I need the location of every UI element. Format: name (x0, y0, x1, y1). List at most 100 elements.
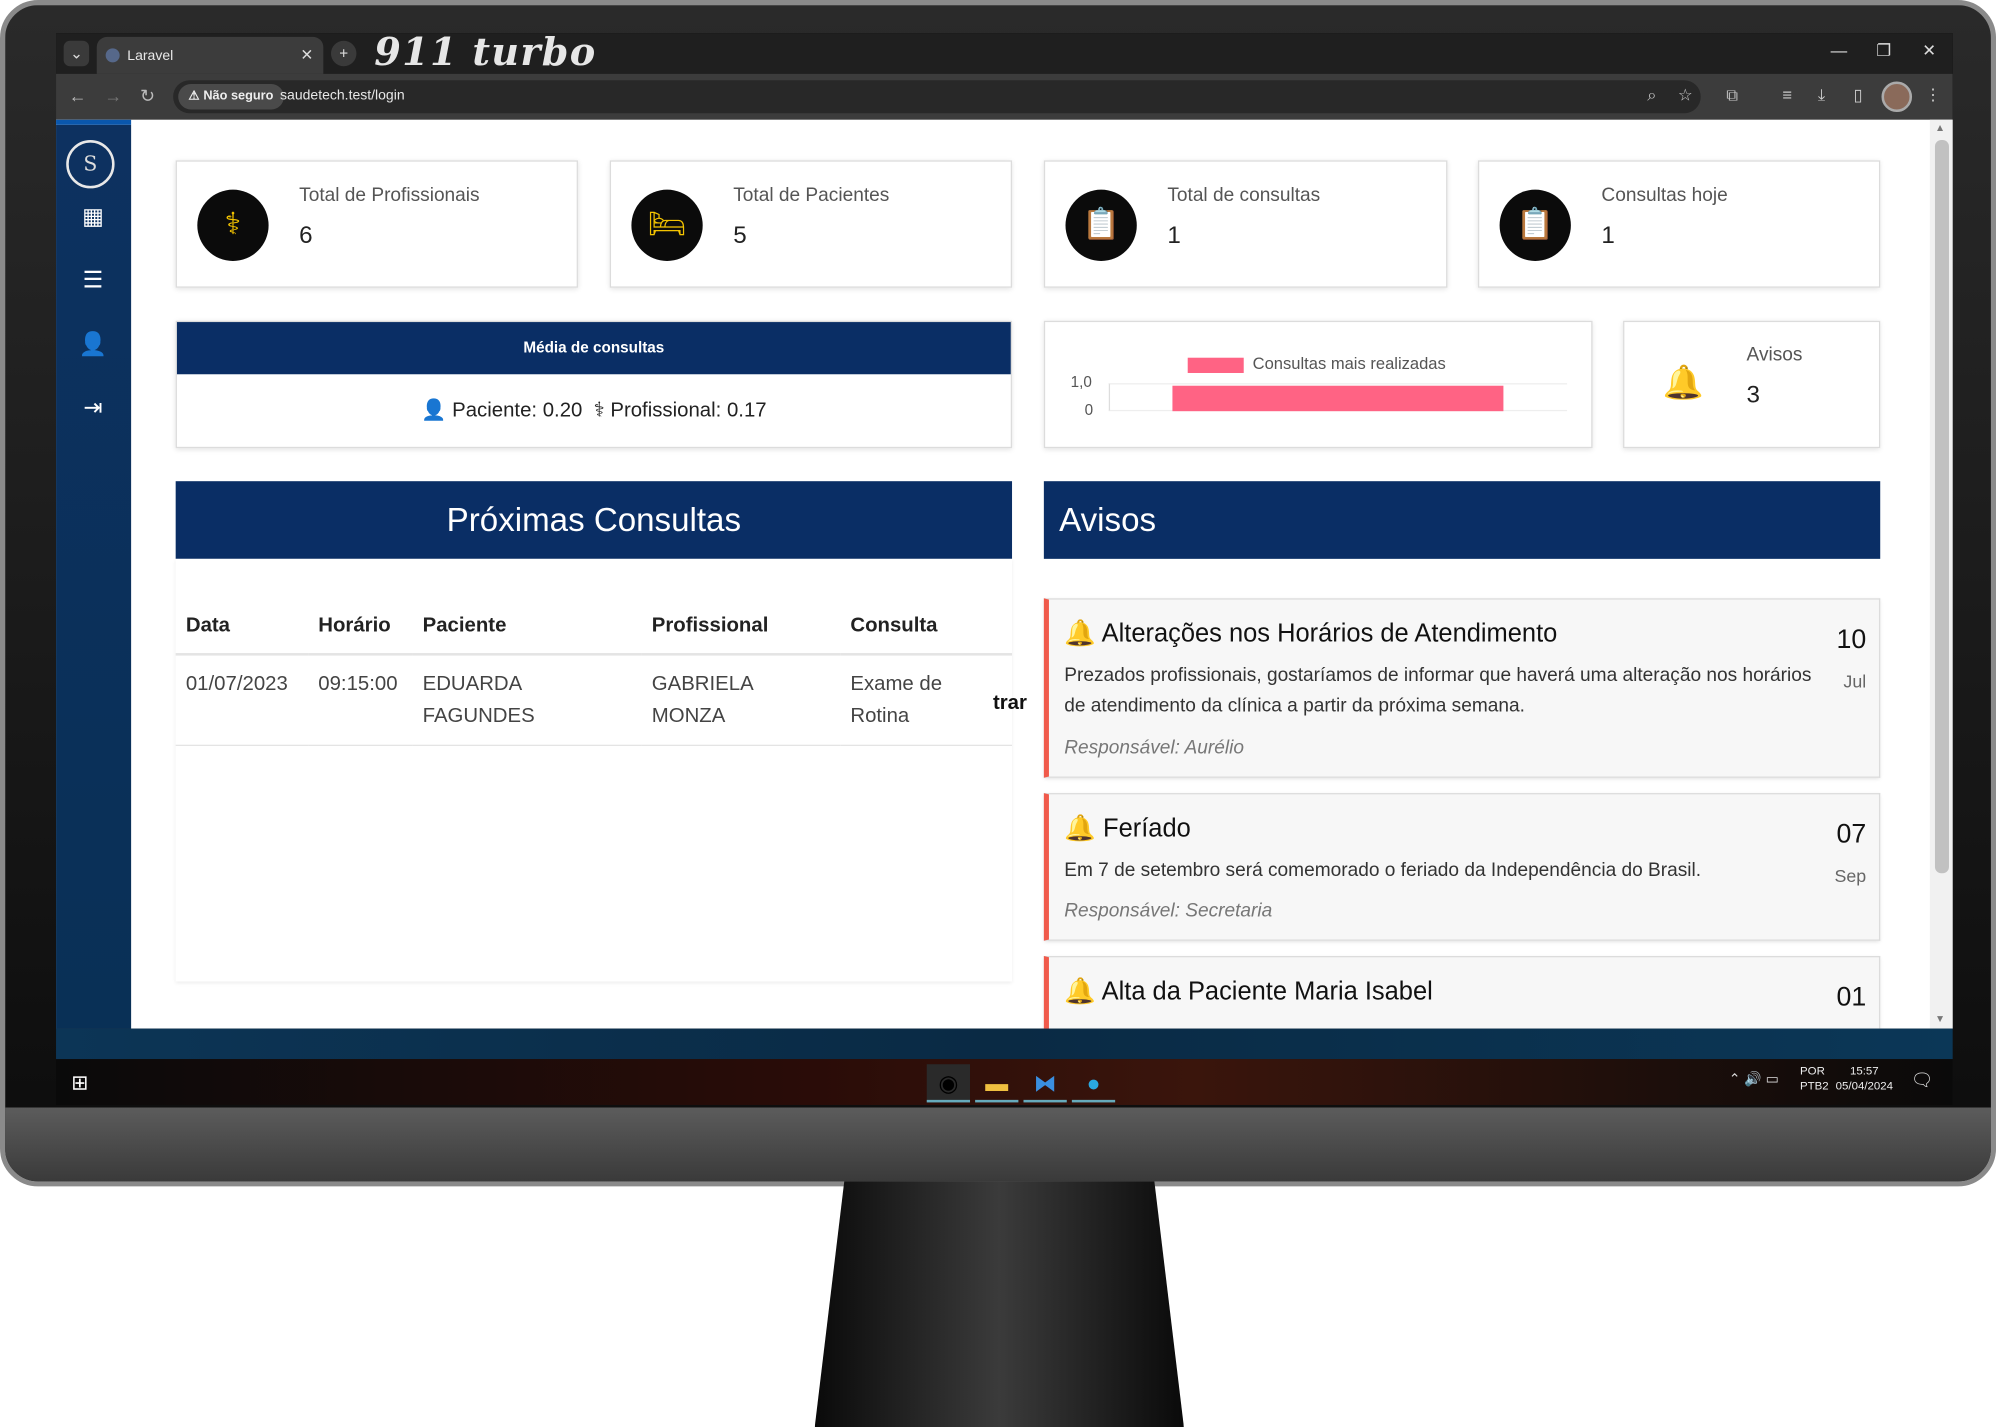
clipboard-icon: 📋 (1065, 189, 1137, 261)
side-panel-icon[interactable]: ▯ (1853, 85, 1862, 105)
taskbar: ⊞ ◉ ▬ ⧓ ● ⌃ 🔊 ▭ POR PTB2 15:57 05/04/202… (56, 1059, 1953, 1105)
chart-card: Consultas mais realizadas 1,0 0 (1043, 320, 1593, 449)
windows-start-icon[interactable]: ⊞ (71, 1071, 88, 1096)
notice-title: 🔔 Feríado (1064, 812, 1191, 844)
forward-icon[interactable]: → (104, 85, 122, 105)
brand-overlay: 911 turbo (374, 33, 597, 76)
system-tray-icons[interactable]: ⌃ 🔊 ▭ (1729, 1071, 1779, 1087)
security-chip[interactable]: ⚠ Não seguro (178, 84, 284, 110)
consultas-panel: Data Horário Paciente Profissional Consu… (175, 558, 1013, 982)
url-text: saudetech.test/login (280, 87, 405, 104)
notice-card[interactable]: 🔔 Feríado Em 7 de setembro será comemora… (1043, 793, 1881, 941)
notice-day: 01 (1836, 982, 1867, 1013)
close-tab-icon[interactable]: ✕ (300, 46, 313, 64)
notice-title-text: Alta da Paciente Maria Isabel (1101, 977, 1433, 1006)
notice-day: 07 (1836, 819, 1867, 850)
cell-consulta: Exame de Rotina (840, 654, 1013, 746)
y-tick: 0 (1084, 400, 1094, 419)
app-logo[interactable]: S (66, 140, 115, 189)
notice-title: 🔔 Alta da Paciente Maria Isabel (1064, 975, 1433, 1007)
file-explorer-icon[interactable]: ▬ (975, 1064, 1019, 1103)
lang-line1: POR (1800, 1064, 1825, 1077)
clipboard-icon: 📋 (1499, 189, 1571, 261)
media-icon[interactable]: ≡ (1782, 85, 1792, 104)
browser-tab[interactable]: Laravel ✕ (96, 36, 324, 74)
browser-app-icon[interactable]: ● (1071, 1064, 1116, 1103)
list-menu-icon[interactable]: ☰ (78, 267, 109, 294)
address-bar[interactable]: ⚠ Não seguro saudetech.test/login (173, 80, 1701, 114)
chrome-icon[interactable]: ◉ (926, 1064, 971, 1103)
download-icon[interactable]: ⤓ (1818, 85, 1825, 105)
profile-avatar[interactable] (1881, 81, 1913, 113)
new-tab-button[interactable]: + (330, 40, 357, 67)
patient-bed-icon: 🛏 (631, 189, 703, 261)
average-professional: Profissional: 0.17 (610, 399, 767, 422)
notice-month: Jul (1843, 670, 1867, 692)
stat-card-consultas: 📋 Total de consultas 1 (1043, 160, 1448, 288)
reload-icon[interactable]: ↻ (140, 85, 155, 107)
logout-icon[interactable]: ⇥ (78, 395, 109, 422)
vscode-icon[interactable]: ⧓ (1023, 1064, 1067, 1103)
dashboard-icon[interactable]: ▦ (78, 204, 109, 231)
chart-legend-swatch[interactable] (1187, 357, 1244, 373)
user-icon[interactable]: 👤 (78, 331, 109, 358)
column-header[interactable]: Paciente (412, 599, 642, 656)
doctor-icon: ⚕ (197, 189, 269, 261)
stat-label: Total de Pacientes (733, 184, 890, 207)
y-tick: 1,0 (1070, 372, 1092, 391)
avisos-label: Avisos (1746, 343, 1803, 366)
sidebar: S ▦ ☰ 👤 ⇥ (56, 119, 132, 1029)
avisos-value: 3 (1746, 381, 1761, 409)
professional-icon: ⚕ (593, 399, 605, 422)
overflow-button-text[interactable]: trar (993, 693, 1027, 716)
minimize-icon[interactable]: — (1831, 41, 1848, 60)
table-header-row: Data Horário Paciente Profissional Consu… (175, 599, 1013, 656)
bookmark-star-icon[interactable]: ☆ (1678, 85, 1693, 105)
stat-card-pacientes: 🛏 Total de Pacientes 5 (609, 160, 1013, 288)
screen: ⌄ Laravel ✕ + 911 turbo — ❐ ✕ ← → ↻ ⚠ Nã… (56, 33, 1953, 1105)
patient-icon: 👤 (421, 399, 447, 422)
language-indicator[interactable]: POR PTB2 (1800, 1063, 1829, 1094)
cell-profissional: GABRIELA MONZA (641, 654, 841, 746)
tab-search-button[interactable]: ⌄ (63, 40, 90, 67)
scroll-thumb[interactable] (1934, 140, 1949, 874)
clock-time: 15:57 (1849, 1064, 1879, 1077)
notice-day: 10 (1836, 625, 1867, 655)
clock[interactable]: 15:57 05/04/2024 (1836, 1063, 1893, 1094)
column-header[interactable]: Profissional (641, 599, 841, 656)
scroll-down-icon[interactable]: ▼ (1935, 1013, 1945, 1024)
avisos-panel-title: Avisos (1043, 481, 1881, 559)
back-icon[interactable]: ← (69, 85, 87, 105)
zoom-icon[interactable]: ⌕ (1647, 85, 1656, 105)
page-scrollbar[interactable]: ▲ ▼ (1929, 119, 1953, 1029)
bell-icon: 🔔 (1662, 362, 1704, 401)
cell-paciente: EDUARDA FAGUNDES (412, 654, 642, 746)
notice-card[interactable]: 🔔 Alta da Paciente Maria Isabel 01 (1043, 956, 1881, 1029)
extensions-icon[interactable]: ⧉ (1726, 85, 1738, 105)
notice-card[interactable]: 🔔 Alterações nos Horários de Atendimento… (1043, 598, 1881, 778)
table-row[interactable]: 01/07/2023 09:15:00 EDUARDA FAGUNDES GAB… (175, 654, 1013, 746)
notification-icon[interactable]: 🗨 (1911, 1069, 1934, 1091)
restore-icon[interactable]: ❐ (1876, 41, 1891, 61)
security-label: Não seguro (203, 89, 274, 104)
consultas-panel-title: Próximas Consultas (175, 481, 1013, 559)
consultas-table: Data Horário Paciente Profissional Consu… (175, 599, 1013, 746)
average-title: Média de consultas (176, 322, 1011, 375)
avisos-count-card: 🔔 Avisos 3 (1623, 320, 1881, 449)
menu-kebab-icon[interactable]: ⋮ (1925, 85, 1942, 105)
average-card: Média de consultas 👤 Paciente: 0.20 ⚕ Pr… (175, 320, 1013, 449)
notice-title: 🔔 Alterações nos Horários de Atendimento (1064, 617, 1557, 649)
column-header[interactable]: Horário (308, 599, 413, 656)
stat-value: 5 (733, 222, 747, 250)
column-header[interactable]: Data (175, 599, 309, 656)
chart-bar[interactable] (1172, 385, 1504, 412)
notice-text: Em 7 de setembro será comemorado o feria… (1064, 859, 1702, 881)
column-header[interactable]: Consulta (840, 599, 1013, 656)
scroll-up-icon[interactable]: ▲ (1935, 122, 1945, 133)
stat-value: 6 (299, 222, 313, 250)
average-patient: Paciente: 0.20 (452, 399, 583, 422)
stat-card-consultas-hoje: 📋 Consultas hoje 1 (1477, 160, 1881, 288)
tab-title: Laravel (127, 48, 174, 64)
notice-responsavel: Responsável: Secretaria (1064, 900, 1273, 922)
close-window-icon[interactable]: ✕ (1922, 41, 1936, 61)
